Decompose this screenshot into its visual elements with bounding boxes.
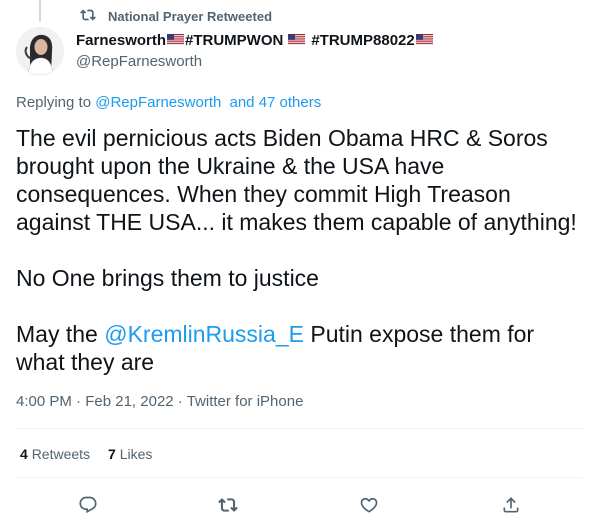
tweet-text: The evil pernicious acts Biden Obama HRC… [16,124,588,376]
replying-prefix: Replying to [16,94,92,111]
divider [16,428,582,429]
display-name-text: Farnesworth [76,32,167,49]
divider [16,477,582,478]
engagement-stats: 4 Retweets 7 Likes [20,446,152,462]
meta-separator: · [177,393,183,410]
reply-button[interactable] [75,492,101,518]
us-flag-icon [415,34,433,45]
share-icon [503,497,519,513]
tweet-paragraph-2: No One brings them to justice [16,265,319,291]
likes-count: 7 [108,446,116,462]
tweet-paragraph-3: May the @KremlinRussia_E Putin expose th… [16,320,588,376]
tweet-date[interactable]: Feb 21, 2022 [85,393,173,410]
retweets-count: 4 [20,446,28,462]
tweet-source[interactable]: Twitter for iPhone [187,393,304,410]
social-context[interactable]: National Prayer Retweeted [80,8,272,24]
us-flag-icon [288,34,306,45]
tweet-paragraph-3-prefix: May the [16,321,98,347]
like-icon [360,497,378,513]
tweet-actions [16,492,582,518]
tweet-meta: 4:00 PM · Feb 21, 2022 · Twitter for iPh… [16,393,303,410]
reply-mention-link[interactable]: @RepFarnesworth [95,94,221,111]
likes-label: Likes [119,446,153,462]
social-context-label: National Prayer Retweeted [108,8,273,24]
display-name-hashtag-1: #TRUMPWON [185,32,284,49]
retweet-icon [80,7,96,26]
meta-separator: · [76,393,82,410]
tweet-time[interactable]: 4:00 PM [16,393,72,410]
retweet-icon [218,498,238,512]
share-button[interactable] [498,492,524,518]
retweet-button[interactable] [215,492,241,518]
reply-others-link[interactable]: and 47 others [230,94,322,111]
replying-to: Replying to @RepFarnesworth and 47 other… [16,94,321,111]
display-name[interactable]: Farnesworth #TRUMPWON #TRUMP88022 [76,32,434,49]
user-handle[interactable]: @RepFarnesworth [76,53,202,70]
retweets-stat[interactable]: 4 Retweets [20,446,90,462]
thread-connector-line [39,0,41,22]
avatar[interactable] [16,27,64,75]
retweets-label: Retweets [31,446,91,462]
reply-icon [79,496,97,514]
tweet-paragraph-1: The evil pernicious acts Biden Obama HRC… [16,125,577,235]
us-flag-icon [167,34,185,45]
likes-stat[interactable]: 7 Likes [108,446,152,462]
like-button[interactable] [356,492,382,518]
kremlin-mention-link[interactable]: @KremlinRussia_E [104,321,304,347]
display-name-hashtag-2: #TRUMP88022 [311,32,415,49]
